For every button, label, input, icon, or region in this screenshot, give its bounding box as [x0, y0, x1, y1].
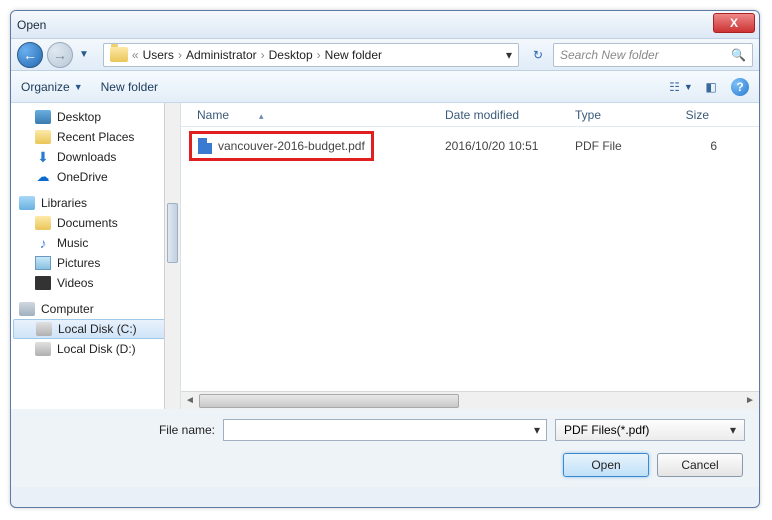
filename-input[interactable]: ▾	[223, 419, 547, 441]
organize-menu[interactable]: Organize ▼	[21, 80, 83, 94]
filename-label: File name:	[25, 423, 215, 437]
view-options-button[interactable]: ☷ ▼	[671, 78, 691, 96]
bottom-panel: File name: ▾ PDF Files(*.pdf) ▾ Open Can…	[11, 409, 759, 487]
body: Desktop Recent Places ⬇Downloads ☁OneDri…	[11, 103, 759, 409]
download-icon: ⬇	[35, 150, 51, 164]
sidebar-item-desktop[interactable]: Desktop	[11, 107, 180, 127]
scrollbar-thumb[interactable]	[167, 203, 178, 263]
chevron-down-icon[interactable]: ▾	[534, 423, 540, 437]
window-title: Open	[17, 18, 46, 32]
sidebar-item-documents[interactable]: Documents	[11, 213, 180, 233]
titlebar[interactable]: Open X	[11, 11, 759, 39]
column-headers: Name▴ Date modified Type Size	[181, 103, 759, 127]
file-type: PDF File	[567, 139, 667, 153]
filter-label: PDF Files(*.pdf)	[564, 423, 649, 437]
folder-icon	[110, 47, 128, 62]
file-pane: Name▴ Date modified Type Size vancouver-…	[181, 103, 759, 409]
filetype-filter[interactable]: PDF Files(*.pdf) ▾	[555, 419, 745, 441]
sidebar-item-onedrive[interactable]: ☁OneDrive	[11, 167, 180, 187]
breadcrumb[interactable]: « Users › Administrator › Desktop › New …	[103, 43, 519, 67]
disk-icon	[35, 342, 51, 356]
breadcrumb-sep: «	[132, 48, 139, 62]
search-icon: 🔍	[731, 48, 746, 62]
sidebar-item-recent[interactable]: Recent Places	[11, 127, 180, 147]
close-button[interactable]: X	[713, 13, 755, 33]
chevron-down-icon: ▼	[74, 82, 83, 92]
scrollbar-thumb[interactable]	[199, 394, 459, 408]
file-date: 2016/10/20 10:51	[437, 139, 567, 153]
videos-icon	[35, 276, 51, 290]
sidebar-item-libraries[interactable]: Libraries	[11, 193, 180, 213]
new-folder-button[interactable]: New folder	[101, 80, 158, 94]
disk-icon	[36, 322, 52, 336]
file-list[interactable]: vancouver-2016-budget.pdf 2016/10/20 10:…	[181, 127, 759, 391]
scroll-track[interactable]	[199, 393, 741, 409]
pictures-icon	[35, 256, 51, 270]
sidebar-item-downloads[interactable]: ⬇Downloads	[11, 147, 180, 167]
cloud-icon: ☁	[35, 170, 51, 184]
sidebar-scrollbar[interactable]	[164, 103, 180, 409]
file-row[interactable]: vancouver-2016-budget.pdf 2016/10/20 10:…	[189, 135, 751, 157]
help-icon: ?	[736, 80, 743, 94]
chevron-down-icon: ▼	[684, 82, 693, 92]
breadcrumb-item[interactable]: New folder	[325, 48, 382, 62]
breadcrumb-item[interactable]: Administrator	[186, 48, 257, 62]
open-dialog: Open X ← → ▼ « Users › Administrator › D…	[10, 10, 760, 508]
arrow-left-icon: ←	[23, 47, 37, 63]
sidebar-item-music[interactable]: ♪Music	[11, 233, 180, 253]
sidebar: Desktop Recent Places ⬇Downloads ☁OneDri…	[11, 103, 181, 409]
search-input[interactable]: Search New folder 🔍	[553, 43, 753, 67]
sidebar-item-pictures[interactable]: Pictures	[11, 253, 180, 273]
horizontal-scrollbar[interactable]: ◄ ►	[181, 391, 759, 409]
column-header-size[interactable]: Size	[667, 108, 717, 122]
refresh-button[interactable]: ↻	[527, 44, 549, 66]
forward-button[interactable]: →	[47, 42, 73, 68]
sort-asc-icon: ▴	[259, 111, 264, 121]
music-icon: ♪	[35, 236, 51, 250]
preview-pane-button[interactable]: ◧	[701, 78, 721, 96]
file-size: 6	[667, 139, 717, 153]
scroll-left-icon[interactable]: ◄	[181, 393, 199, 409]
recent-icon	[35, 130, 51, 144]
desktop-icon	[35, 110, 51, 124]
column-header-date[interactable]: Date modified	[437, 108, 567, 122]
file-name: vancouver-2016-budget.pdf	[218, 139, 365, 153]
navbar: ← → ▼ « Users › Administrator › Desktop …	[11, 39, 759, 71]
computer-icon	[19, 302, 35, 316]
libraries-icon	[19, 196, 35, 210]
file-highlight: vancouver-2016-budget.pdf	[189, 131, 374, 161]
sidebar-item-disk-c[interactable]: Local Disk (C:)	[13, 319, 178, 339]
arrow-right-icon: →	[53, 47, 67, 63]
breadcrumb-dropdown-icon[interactable]: ▾	[506, 48, 512, 62]
column-header-type[interactable]: Type	[567, 108, 667, 122]
sidebar-item-disk-d[interactable]: Local Disk (D:)	[11, 339, 180, 359]
search-placeholder: Search New folder	[560, 48, 659, 62]
toolbar: Organize ▼ New folder ☷ ▼ ◧ ?	[11, 71, 759, 103]
documents-icon	[35, 216, 51, 230]
back-button[interactable]: ←	[17, 42, 43, 68]
scroll-right-icon[interactable]: ►	[741, 393, 759, 409]
refresh-icon: ↻	[533, 48, 543, 62]
breadcrumb-item[interactable]: Users	[143, 48, 174, 62]
open-button[interactable]: Open	[563, 453, 649, 477]
pdf-file-icon	[198, 138, 212, 154]
breadcrumb-item[interactable]: Desktop	[269, 48, 313, 62]
help-button[interactable]: ?	[731, 78, 749, 96]
sidebar-item-videos[interactable]: Videos	[11, 273, 180, 293]
history-dropdown[interactable]: ▼	[79, 49, 89, 60]
sidebar-item-computer[interactable]: Computer	[11, 299, 180, 319]
chevron-down-icon: ▾	[730, 423, 736, 437]
pane-icon: ◧	[705, 80, 716, 94]
column-header-name[interactable]: Name▴	[189, 108, 437, 122]
cancel-button[interactable]: Cancel	[657, 453, 743, 477]
view-icon: ☷	[669, 80, 680, 94]
close-icon: X	[730, 16, 738, 30]
